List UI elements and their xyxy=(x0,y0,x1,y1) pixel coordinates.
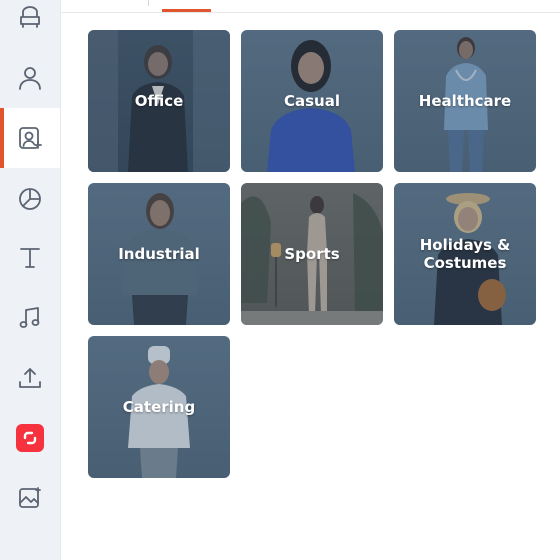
sidebar-item-music[interactable] xyxy=(0,288,60,348)
sidebar xyxy=(0,0,61,560)
person-icon xyxy=(19,67,41,90)
upload-icon xyxy=(19,368,41,388)
avatar-seat-icon xyxy=(20,6,40,28)
category-label: Healthcare xyxy=(418,92,512,110)
person-photo-icon xyxy=(19,127,42,149)
sidebar-item-app[interactable] xyxy=(0,408,60,468)
category-label: Casual xyxy=(283,92,340,110)
sidebar-item-characters[interactable] xyxy=(0,48,60,108)
category-tile-holidays-costumes[interactable]: Holidays & Costumes xyxy=(394,183,536,325)
pie-chart-icon xyxy=(19,188,41,210)
text-icon xyxy=(20,248,40,268)
category-label: Sports xyxy=(284,245,340,263)
sidebar-item-charts[interactable] xyxy=(0,168,60,228)
category-label: Office xyxy=(134,92,184,110)
music-note-icon xyxy=(19,307,40,328)
sidebar-item-presenters[interactable] xyxy=(0,108,60,168)
category-label: Catering xyxy=(122,398,196,416)
sidebar-item-text[interactable] xyxy=(0,228,60,288)
category-tile-sports[interactable]: Sports xyxy=(241,183,383,325)
category-tile-casual[interactable]: Casual xyxy=(241,30,383,172)
category-tile-catering[interactable]: Catering xyxy=(88,336,230,478)
category-label: Holidays & Costumes xyxy=(419,236,511,272)
category-label: Industrial xyxy=(118,245,200,263)
category-tile-office[interactable]: Office xyxy=(88,30,230,172)
sidebar-item-avatars[interactable] xyxy=(0,0,60,48)
ai-image-icon xyxy=(19,487,41,508)
app-logo-icon xyxy=(16,424,44,452)
sidebar-item-ai-image[interactable] xyxy=(0,468,60,528)
tab-divider xyxy=(148,0,149,6)
sidebar-item-upload[interactable] xyxy=(0,348,60,408)
category-tile-healthcare[interactable]: Healthcare xyxy=(394,30,536,172)
category-tile-industrial[interactable]: Industrial xyxy=(88,183,230,325)
tab-bar-divider xyxy=(61,12,560,13)
